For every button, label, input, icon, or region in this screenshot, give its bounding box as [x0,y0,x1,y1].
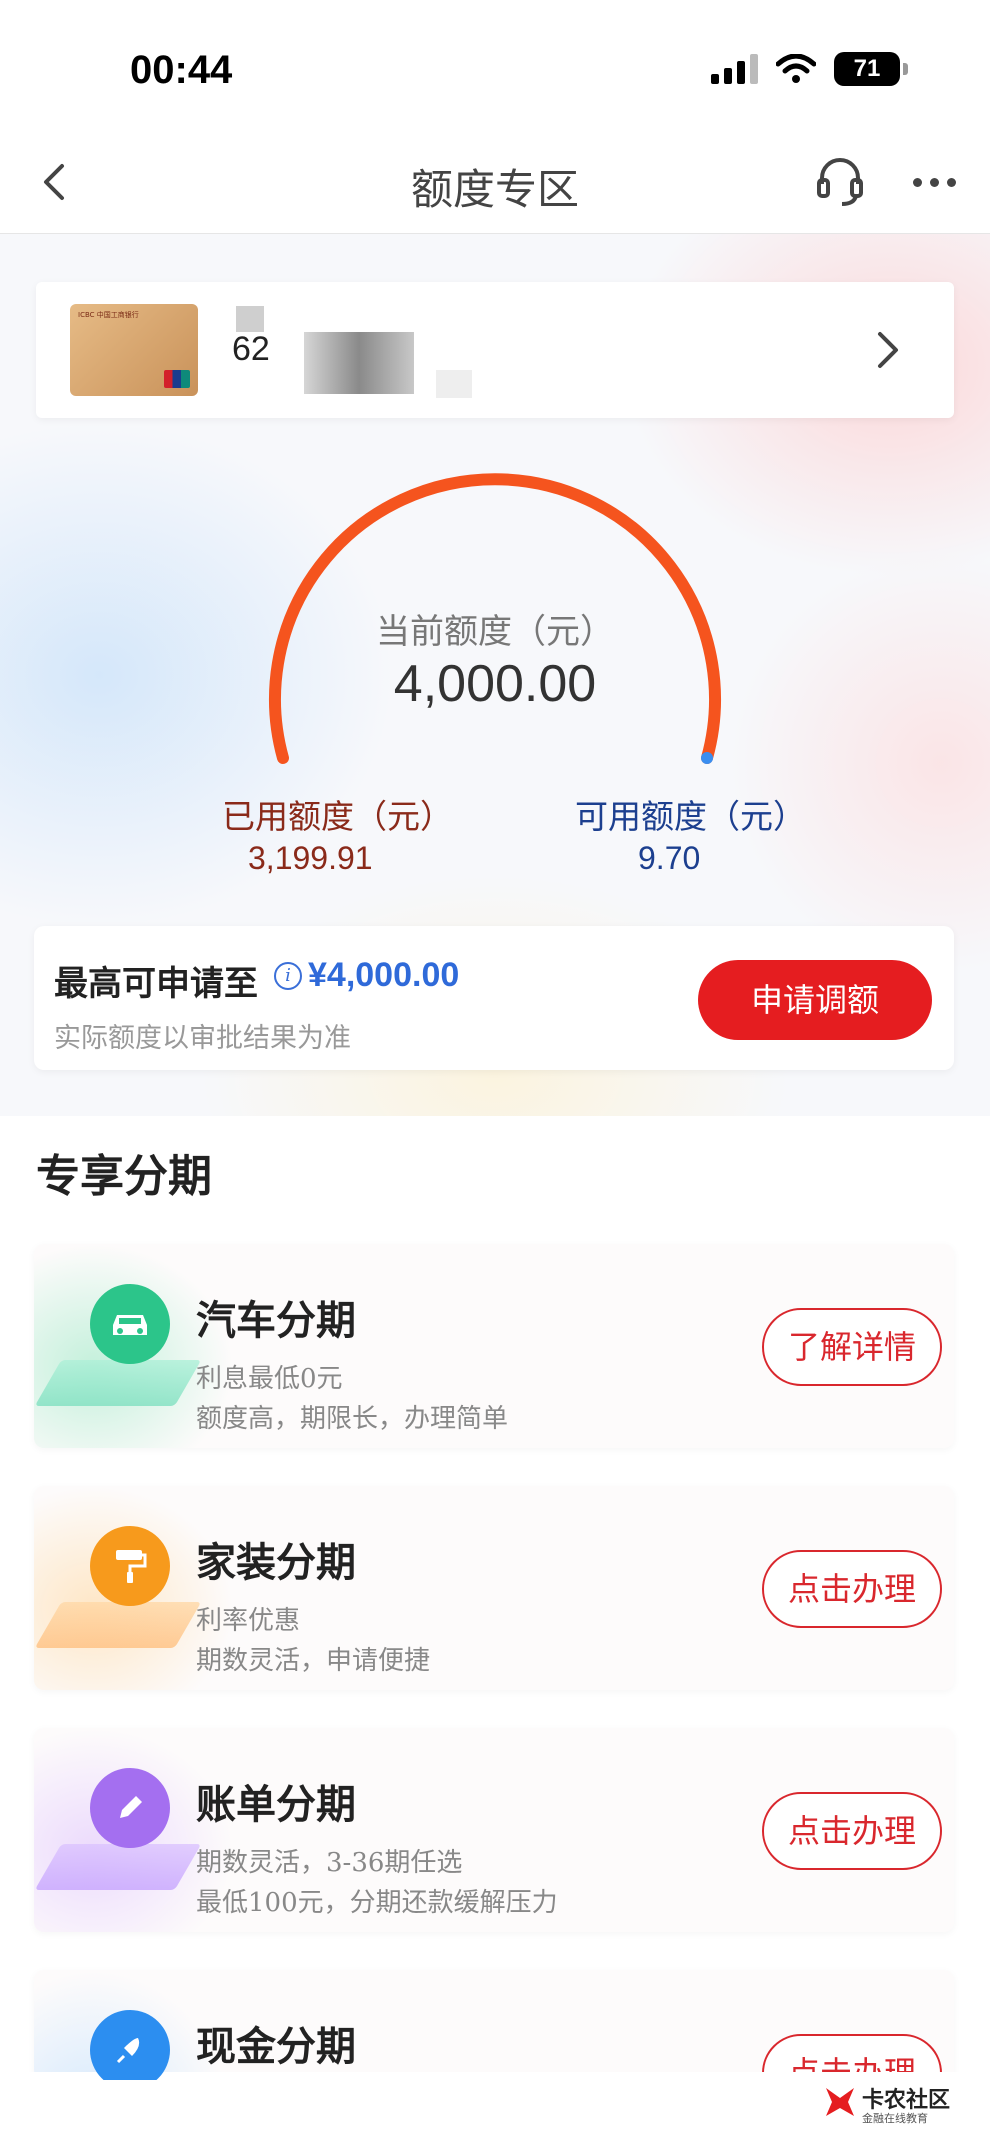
limit-hero: ICBC 中国工商银行 62 当前额度（元） 4,000.00 已用额度（元） … [0,234,990,1116]
plan-bill-button[interactable]: 点击办理 [762,1792,942,1870]
status-icons: 71 [711,52,908,86]
watermark-subtitle: 金融在线教育 [862,2112,928,2125]
plan-desc: 最低100元，分期还款缓解压力 [196,1888,558,1918]
bank-card-image: ICBC 中国工商银行 [70,304,198,396]
status-time: 00:44 [130,48,233,92]
watermark-logo-icon [826,2088,854,2116]
masked-card-digits [436,370,472,398]
paint-roller-icon [90,1526,170,1606]
customer-service-icon[interactable] [810,152,870,212]
plan-icon-base [34,1360,202,1406]
available-limit-value: 9.70 [638,840,701,876]
plan-desc: 期数灵活，申请便捷 [196,1646,431,1676]
gauge-available-marker [701,752,713,764]
plan-icon-base [34,1844,202,1890]
battery-indicator: 71 [834,52,908,86]
wifi-icon [776,54,816,83]
plan-card-car[interactable]: 汽车分期 利息最低0元 额度高，期限长，办理简单 了解详情 [34,1244,954,1448]
current-limit-label: 当前额度（元） [376,612,614,652]
more-icon[interactable] [904,152,964,212]
plan-home-decoration-button[interactable]: 点击办理 [762,1550,942,1628]
plan-card-bill[interactable]: 账单分期 期数灵活，3-36期任选 最低100元，分期还款缓解压力 点击办理 [34,1728,954,1932]
section-title: 专享分期 [36,1151,212,1202]
plan-desc: 利息最低0元 [196,1364,343,1394]
max-apply-amount: ¥4,000.00 [308,956,460,994]
plan-name: 现金分期 [196,2024,356,2070]
available-limit-label: 可用额度（元） [575,797,806,836]
approval-note: 实际额度以审批结果为准 [54,1023,351,1054]
masked-card-digits [236,306,264,332]
masked-card-digits [304,332,414,394]
car-icon [90,1284,170,1364]
used-limit-value: 3,199.91 [248,840,373,876]
apply-limit-increase-button[interactable]: 申请调额 [698,960,932,1040]
rocket-icon [90,2010,170,2080]
watermark: 卡农社区 金融在线教育 [822,2076,982,2136]
max-apply-label: 最高可申请至 [54,964,258,1004]
plan-desc: 额度高，期限长，办理简单 [196,1404,509,1434]
unionpay-logo-icon [164,370,190,388]
status-bar: 00:44 71 [0,0,990,130]
used-limit-label: 已用额度（元） [222,797,453,836]
current-limit-value: 4,000.00 [393,655,597,713]
plan-name: 家装分期 [196,1540,356,1586]
plan-card-cash[interactable]: 现金分期 点击办理 [34,1970,954,2080]
plan-card-home-decoration[interactable]: 家装分期 利率优惠 期数灵活，申请便捷 点击办理 [34,1486,954,1690]
plan-name: 汽车分期 [196,1298,356,1344]
limit-increase-card: 最高可申请至 i ¥4,000.00 实际额度以审批结果为准 申请调额 [34,926,954,1070]
plan-desc: 利率优惠 [196,1606,301,1636]
plan-icon-base [34,1602,202,1648]
cellular-signal-icon [711,54,758,84]
nav-bar: 额度专区 [0,130,990,234]
plan-name: 账单分期 [196,1782,356,1828]
card-selector[interactable]: ICBC 中国工商银行 62 [36,282,954,418]
plan-car-button[interactable]: 了解详情 [762,1308,942,1386]
chevron-right-icon[interactable] [868,326,908,374]
pencil-icon [90,1768,170,1848]
info-icon[interactable]: i [274,962,302,990]
plan-desc: 期数灵活，3-36期任选 [196,1848,463,1878]
card-number: 62 [232,330,270,368]
